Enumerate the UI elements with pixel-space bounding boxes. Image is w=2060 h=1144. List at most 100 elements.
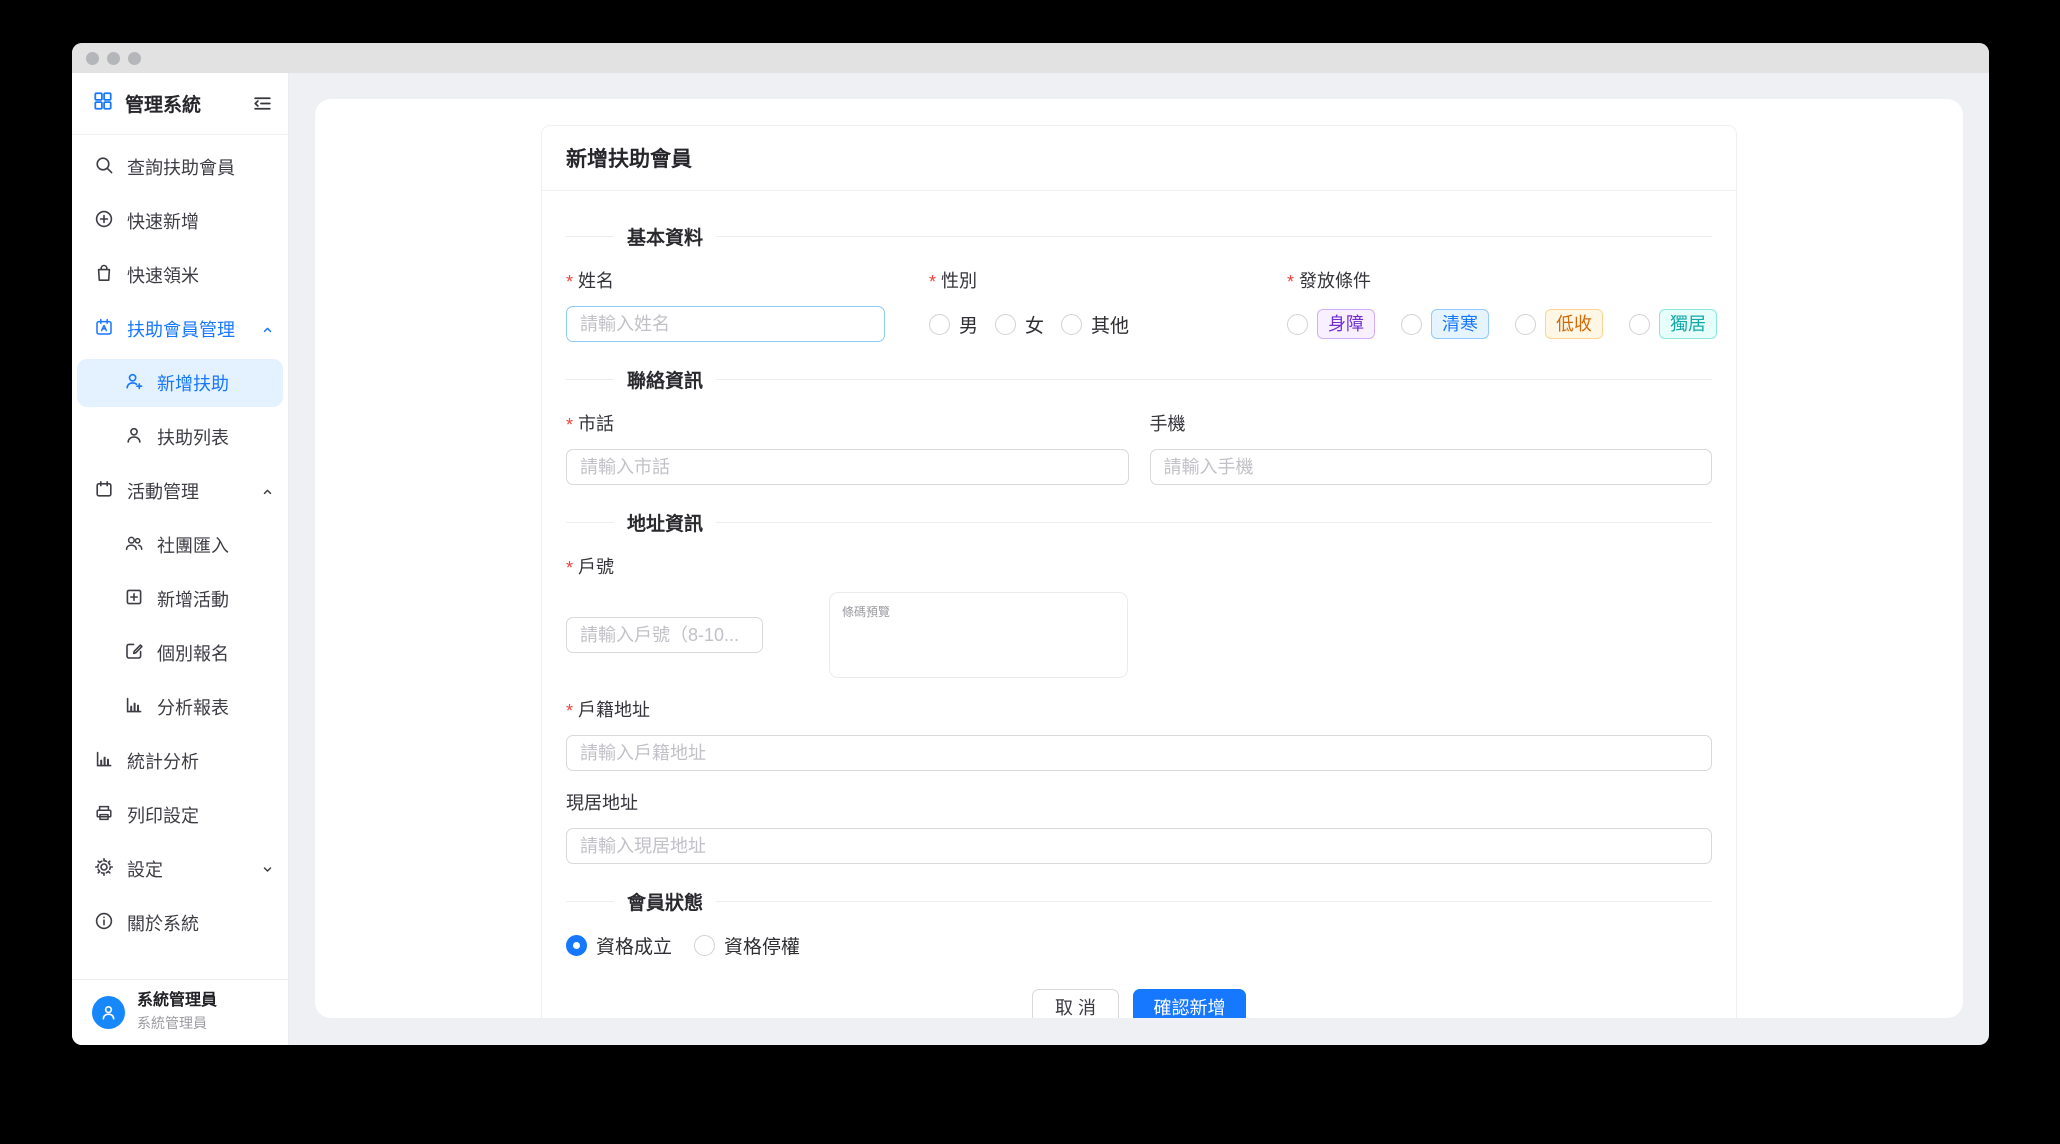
section-divider-basic: 基本資料 [566,223,1712,250]
radio-icon [694,935,715,956]
window-minimize-button[interactable] [107,52,120,65]
field-current-address: 現居地址 [566,789,1712,864]
name-input[interactable] [566,306,885,342]
info-circle-icon [94,911,114,936]
sidebar-item-settings[interactable]: 設定 [72,842,288,896]
page-title: 新增扶助會員 [542,126,1736,191]
sidebar-item-label: 新增扶助 [157,370,270,396]
user-role: 系統管理員 [137,1013,217,1033]
gender-radio-other[interactable]: 其他 [1061,311,1129,338]
radio-label: 資格成立 [596,932,672,959]
sidebar-item-club-import[interactable]: 社團匯入 [72,518,288,572]
field-gender: 性別 男 女 其他 [929,267,1266,342]
user-icon [124,425,144,450]
radio-icon [1061,314,1082,335]
sidebar-item-print-settings[interactable]: 列印設定 [72,788,288,842]
section-title: 會員狀態 [627,888,703,915]
user-name: 系統管理員 [137,992,217,1010]
radio-checked-icon [566,935,587,956]
sidebar-item-quick-rice[interactable]: 快速領米 [72,248,288,302]
sidebar-item-quick-add[interactable]: 快速新增 [72,194,288,248]
user-profile[interactable]: 系統管理員 系統管理員 [72,979,288,1045]
field-registered-address: 戶籍地址 [566,696,1712,771]
sidebar-item-label: 設定 [127,856,247,882]
confirm-add-button[interactable]: 確認新增 [1133,989,1246,1018]
sidebar-item-label: 列印設定 [127,802,275,828]
sidebar-item-label: 統計分析 [127,748,275,774]
condition-radio-living-alone[interactable]: 獨居 [1629,309,1717,339]
status-radio-qualified[interactable]: 資格成立 [566,932,672,959]
sidebar-item-individual-signup[interactable]: 個別報名 [72,626,288,680]
status-radio-suspended[interactable]: 資格停權 [694,932,800,959]
radio-label: 女 [1025,311,1044,338]
field-landline: 市話 [566,410,1129,485]
sidebar-group-activity-management[interactable]: 活動管理 [72,464,288,518]
cancel-button[interactable]: 取 消 [1032,989,1119,1018]
section-title: 聯絡資訊 [627,366,703,393]
landline-input[interactable] [566,449,1129,485]
sidebar-item-label: 快速領米 [127,262,275,288]
avatar [92,996,125,1029]
sidebar-item-about[interactable]: 關於系統 [72,896,288,950]
sidebar-item-label: 扶助會員管理 [127,316,247,342]
content-panel: 新增扶助會員 基本資料 姓名 性別 [315,99,1963,1018]
sidebar-item-search-member[interactable]: 查詢扶助會員 [72,140,288,194]
window-close-button[interactable] [86,52,99,65]
condition-tag: 身障 [1317,309,1375,339]
registered-address-input[interactable] [566,735,1712,771]
condition-radio-poverty[interactable]: 清寒 [1401,309,1489,339]
condition-tag: 低收 [1545,309,1603,339]
appstore-icon [92,90,114,117]
field-household-no: 戶號 條碼預覽 [566,553,1712,678]
current-address-input[interactable] [566,828,1712,864]
gender-radio-female[interactable]: 女 [995,311,1044,338]
household-no-label: 戶號 [566,553,1712,579]
landline-label: 市話 [566,410,1129,436]
section-divider-contact: 聯絡資訊 [566,366,1712,393]
sidebar-item-label: 活動管理 [127,478,247,504]
sidebar-item-analysis-report[interactable]: 分析報表 [72,680,288,734]
team-icon [124,533,144,558]
sidebar-header: 管理系統 [72,73,288,135]
main-area: 新增扶助會員 基本資料 姓名 性別 [289,73,1989,1045]
add-member-card: 新增扶助會員 基本資料 姓名 性別 [541,125,1737,1018]
sidebar-item-statistics[interactable]: 統計分析 [72,734,288,788]
barcode-preview-box: 條碼預覽 [829,592,1128,678]
calendar-icon [94,479,114,504]
radio-icon [1401,314,1422,335]
app-window: 管理系統 查詢扶助會員 快速新增 [72,43,1989,1045]
menu-fold-icon[interactable] [252,93,273,114]
app-title: 管理系統 [125,90,241,117]
shopping-bag-icon [94,263,114,288]
search-icon [94,155,114,180]
sidebar-item-add-support[interactable]: 新增扶助 [77,359,283,407]
sidebar-item-support-list[interactable]: 扶助列表 [72,410,288,464]
sidebar-item-label: 分析報表 [157,694,275,720]
current-address-label: 現居地址 [566,789,1712,815]
mobile-label: 手機 [1150,410,1713,436]
radio-label: 資格停權 [724,932,800,959]
sidebar-item-label: 查詢扶助會員 [127,154,275,180]
radio-icon [929,314,950,335]
barcode-preview-label: 條碼預覽 [842,603,1115,620]
gender-label: 性別 [929,267,1266,293]
household-no-input[interactable] [566,617,763,653]
sidebar-item-label: 新增活動 [157,586,275,612]
sidebar-item-label: 個別報名 [157,640,275,666]
condition-radio-disability[interactable]: 身障 [1287,309,1375,339]
sidebar-item-add-activity[interactable]: 新增活動 [72,572,288,626]
condition-radio-low-income[interactable]: 低收 [1515,309,1603,339]
plus-circle-icon [94,209,114,234]
sidebar-item-label: 關於系統 [127,910,275,936]
printer-icon [94,803,114,828]
radio-icon [1287,314,1308,335]
plus-square-icon [124,587,144,612]
section-divider-status: 會員狀態 [566,888,1712,915]
window-zoom-button[interactable] [128,52,141,65]
sidebar-group-member-management[interactable]: 扶助會員管理 [72,302,288,356]
gender-radio-male[interactable]: 男 [929,311,978,338]
conditions-label: 發放條件 [1287,267,1717,293]
mobile-input[interactable] [1150,449,1713,485]
condition-tag: 獨居 [1659,309,1717,339]
radio-icon [1629,314,1650,335]
